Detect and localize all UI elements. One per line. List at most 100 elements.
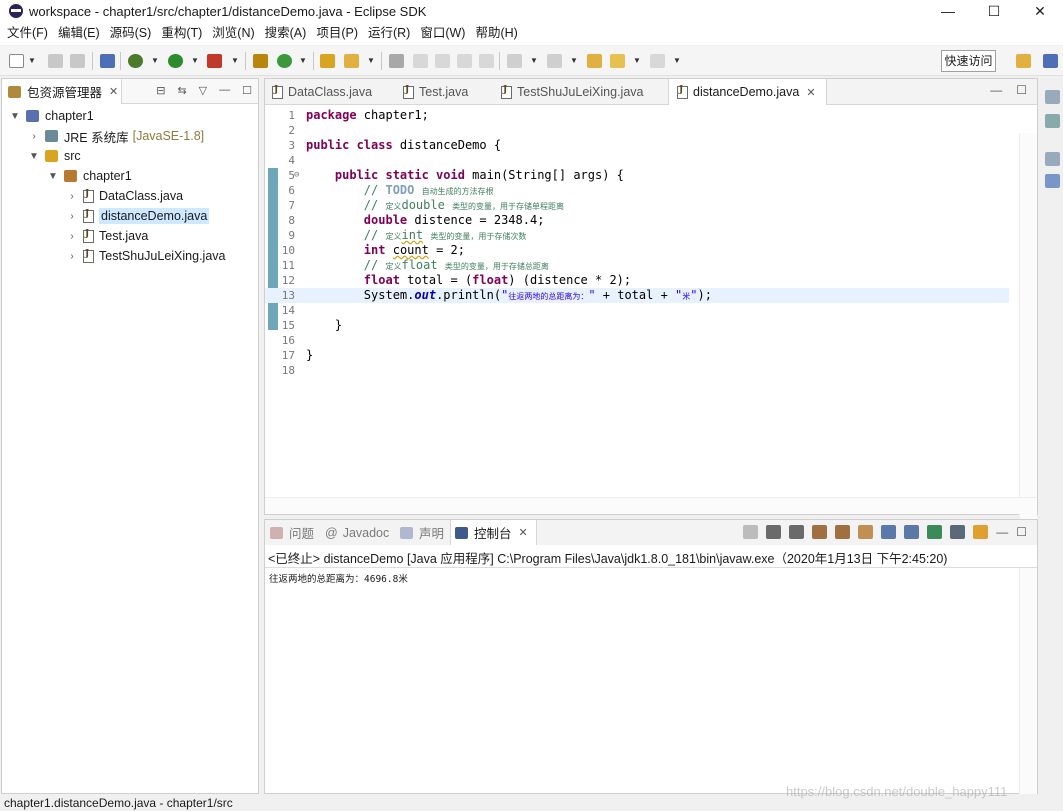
- menu-refactor[interactable]: 重构(T): [156, 22, 207, 45]
- tree-item-jre-library[interactable]: › JRE 系统库 [JavaSE-1.8]: [27, 126, 204, 146]
- maximize-button[interactable]: ☐: [971, 0, 1017, 22]
- chevron-right-icon[interactable]: ›: [65, 231, 79, 242]
- editor-tab-active[interactable]: distanceDemo.java ✕: [668, 79, 827, 105]
- forward-dropdown-icon[interactable]: ▼: [673, 56, 681, 65]
- maximize-view-icon[interactable]: ☐: [1016, 525, 1027, 539]
- editor-vertical-scrollbar[interactable]: [1019, 133, 1037, 523]
- tree-item-file[interactable]: › Test.java: [65, 226, 148, 246]
- prev-annotation-icon[interactable]: [547, 54, 562, 68]
- editor-tab[interactable]: TestShuJuLeiXing.java: [501, 79, 643, 105]
- maximize-view-icon[interactable]: ☐: [1016, 83, 1027, 97]
- restore-icon[interactable]: [1045, 90, 1060, 104]
- tab-console[interactable]: 控制台 ✕: [450, 520, 537, 545]
- terminate-icon[interactable]: [743, 525, 759, 539]
- editor-tab[interactable]: Test.java: [403, 79, 468, 105]
- search-dropdown-icon[interactable]: ▼: [367, 56, 375, 65]
- clear-console-icon[interactable]: [812, 525, 828, 539]
- minimize-view-icon[interactable]: —: [990, 83, 1002, 97]
- save-all-icon[interactable]: [70, 54, 85, 68]
- word-wrap-icon[interactable]: [858, 525, 874, 539]
- back-dropdown-icon[interactable]: ▼: [633, 56, 641, 65]
- remove-all-icon[interactable]: [789, 525, 805, 539]
- tab-declaration[interactable]: 声明: [400, 520, 444, 545]
- last-edit-icon[interactable]: [587, 54, 602, 68]
- chevron-right-icon[interactable]: ›: [65, 251, 79, 262]
- view-menu-icon[interactable]: ▽: [199, 84, 207, 97]
- menu-source[interactable]: 源码(S): [105, 22, 157, 45]
- menu-window[interactable]: 窗口(W): [415, 22, 470, 45]
- console-vertical-scrollbar[interactable]: [1019, 568, 1037, 794]
- tree-item-file[interactable]: › DataClass.java: [65, 186, 183, 206]
- chevron-right-icon[interactable]: ›: [65, 191, 79, 202]
- forward-icon[interactable]: [650, 54, 665, 68]
- save-icon[interactable]: [48, 54, 63, 68]
- toggle-block-icon[interactable]: [435, 54, 450, 68]
- external-tools-dropdown-icon[interactable]: ▼: [231, 56, 239, 65]
- collapse-all-icon[interactable]: ⊟: [156, 84, 165, 97]
- link-with-editor-icon[interactable]: ⇆: [177, 84, 186, 97]
- editor-horizontal-scrollbar[interactable]: [265, 497, 1037, 514]
- window-titlebar[interactable]: workspace - chapter1/src/chapter1/distan…: [0, 0, 1063, 22]
- run-icon[interactable]: [168, 54, 183, 68]
- back-icon[interactable]: [610, 54, 625, 68]
- scroll-lock-icon[interactable]: [835, 525, 851, 539]
- task-list-icon[interactable]: [1045, 152, 1060, 166]
- new-class-icon[interactable]: [277, 54, 292, 68]
- tab-package-explorer[interactable]: 包资源管理器 ✕: [2, 79, 122, 104]
- menu-navigate[interactable]: 浏览(N): [207, 22, 259, 45]
- new-class-dropdown-icon[interactable]: ▼: [299, 56, 307, 65]
- code-area[interactable]: 1 package chapter1; 2 3 public class dista…: [265, 106, 1037, 523]
- chevron-down-icon[interactable]: ▼: [27, 151, 41, 162]
- close-icon[interactable]: ✕: [519, 526, 528, 539]
- console-output-area[interactable]: 往返两地的总距离为：4696.8米: [265, 567, 1037, 794]
- prev-annotation-dropdown-icon[interactable]: ▼: [570, 56, 578, 65]
- external-tools-icon[interactable]: [207, 54, 222, 68]
- open-perspective-icon[interactable]: [1016, 54, 1031, 68]
- remove-launch-icon[interactable]: [766, 525, 782, 539]
- java-perspective-icon[interactable]: [1043, 54, 1058, 68]
- tree-item-file[interactable]: › TestShuJuLeiXing.java: [65, 246, 225, 266]
- annotation-icon[interactable]: [389, 54, 404, 68]
- minimize-view-icon[interactable]: —: [219, 84, 230, 97]
- menu-file[interactable]: 文件(F): [2, 22, 53, 45]
- show-on-error-icon[interactable]: [904, 525, 920, 539]
- outline-icon[interactable]: [1045, 114, 1060, 128]
- chevron-right-icon[interactable]: ›: [65, 211, 79, 222]
- menu-edit[interactable]: 编辑(E): [53, 22, 105, 45]
- chevron-down-icon[interactable]: ▼: [8, 111, 22, 122]
- next-annotation-icon[interactable]: [507, 54, 522, 68]
- minimize-button[interactable]: —: [925, 0, 971, 22]
- fold-icon[interactable]: ⊖: [294, 168, 299, 183]
- maximize-view-icon[interactable]: ☐: [242, 84, 252, 97]
- open-console-icon[interactable]: [973, 525, 989, 539]
- new-java-package-icon[interactable]: [253, 54, 268, 68]
- new-icon[interactable]: [9, 54, 24, 68]
- tree-item-package[interactable]: ▼ chapter1: [46, 166, 132, 186]
- tree-item-file-selected[interactable]: › distanceDemo.java: [65, 206, 210, 226]
- debug-icon[interactable]: [128, 54, 143, 68]
- chevron-down-icon[interactable]: ▼: [46, 171, 60, 182]
- search-icon[interactable]: [344, 54, 359, 68]
- pin-console-icon[interactable]: [927, 525, 943, 539]
- editor-tab[interactable]: DataClass.java: [272, 79, 372, 105]
- new-dropdown-icon[interactable]: ▼: [28, 56, 36, 65]
- menu-search[interactable]: 搜索(A): [260, 22, 312, 45]
- quick-access-field[interactable]: 快速访问: [941, 50, 996, 72]
- chevron-right-icon[interactable]: ›: [27, 131, 41, 142]
- hierarchy-icon[interactable]: [1045, 174, 1060, 188]
- minimize-view-icon[interactable]: —: [996, 525, 1008, 539]
- tree-item-project[interactable]: ▼ chapter1: [8, 106, 94, 126]
- debug-dropdown-icon[interactable]: ▼: [151, 56, 159, 65]
- tab-problems[interactable]: 问题: [270, 520, 314, 545]
- menu-project[interactable]: 项目(P): [311, 22, 363, 45]
- skip-breakpoints-icon[interactable]: [100, 54, 115, 68]
- show-whitespace-icon[interactable]: [457, 54, 472, 68]
- run-dropdown-icon[interactable]: ▼: [191, 56, 199, 65]
- close-icon[interactable]: ✕: [806, 86, 815, 99]
- menu-run[interactable]: 运行(R): [363, 22, 415, 45]
- pilcrow-icon[interactable]: [479, 54, 494, 68]
- menu-help[interactable]: 帮助(H): [470, 22, 522, 45]
- show-on-output-icon[interactable]: [881, 525, 897, 539]
- close-button[interactable]: ✕: [1017, 0, 1063, 22]
- tab-javadoc[interactable]: @ Javadoc: [325, 520, 389, 545]
